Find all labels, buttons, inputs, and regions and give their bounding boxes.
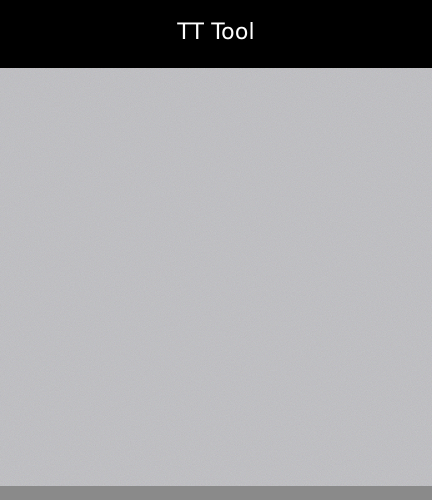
app-title: TT Tool — [177, 19, 255, 45]
title-bar: TT Tool — [0, 0, 432, 68]
bottom-strip — [0, 486, 432, 500]
app-window: TT Tool — [0, 0, 432, 500]
noise-canvas[interactable] — [0, 68, 432, 486]
noise-image — [0, 68, 432, 486]
